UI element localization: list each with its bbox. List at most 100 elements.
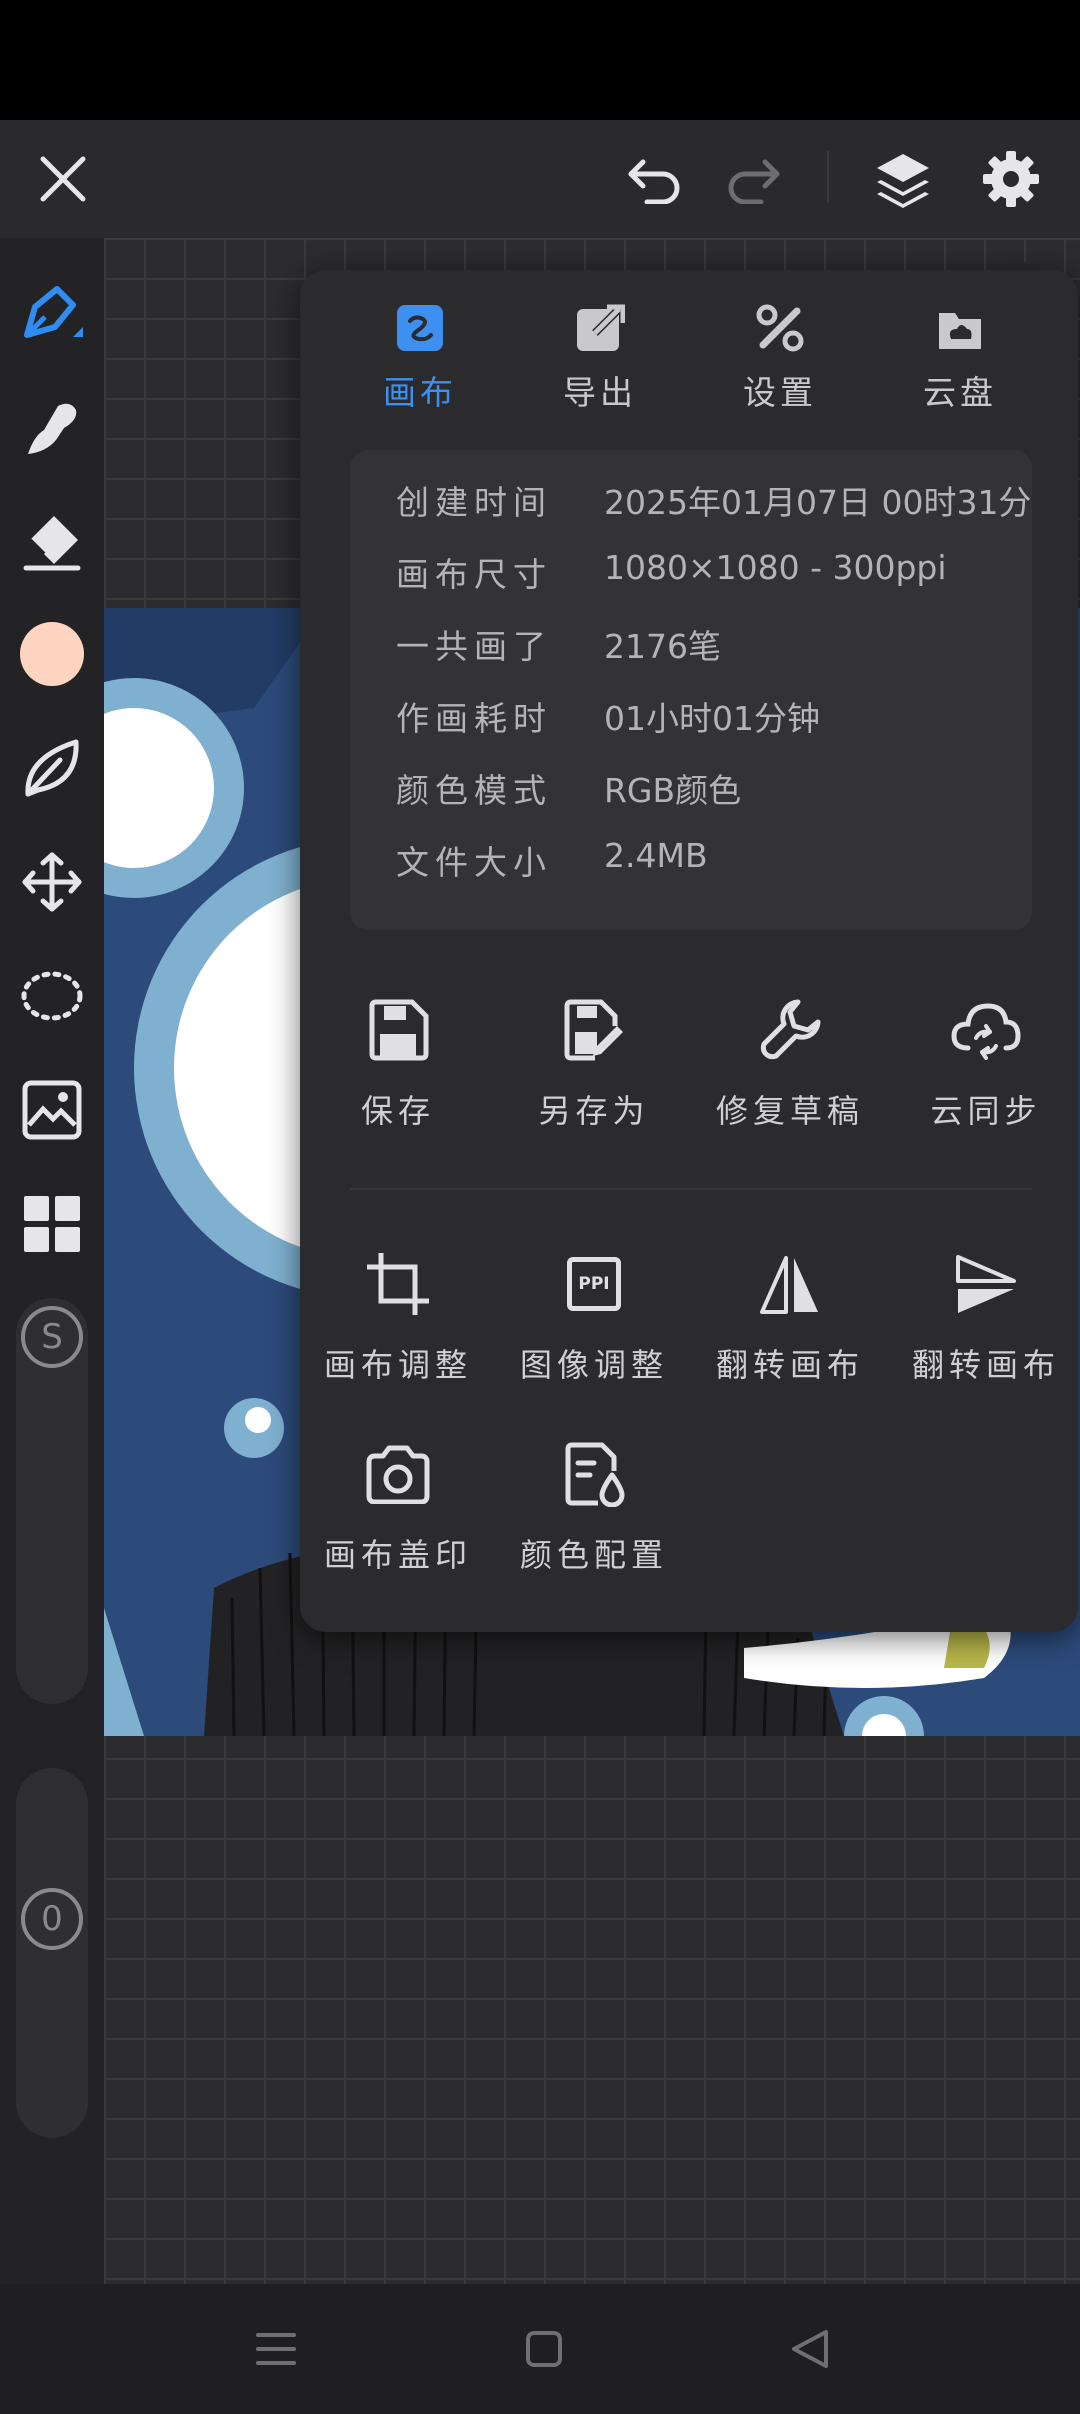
eraser-icon	[23, 516, 81, 571]
export-icon	[572, 300, 628, 356]
info-row: 颜色模式 RGB颜色	[396, 764, 1016, 824]
undo-icon	[628, 159, 680, 204]
move-arrows-icon	[22, 852, 82, 912]
pen-tool-icon	[24, 286, 83, 338]
save-button[interactable]: 保存	[300, 992, 496, 1142]
tab-export[interactable]: 导出	[510, 300, 690, 430]
import-image-tool[interactable]	[0, 1060, 104, 1160]
info-value: 1080×1080 - 300ppi	[604, 548, 947, 587]
ppi-icon: PPI	[556, 1246, 632, 1322]
save-as-label: 另存为	[538, 1092, 650, 1130]
home-button[interactable]	[484, 2304, 604, 2394]
tab-cloud-drive-label: 云盘	[923, 373, 997, 412]
image-adjust-button[interactable]: PPI 图像调整	[496, 1246, 692, 1396]
current-color-swatch	[20, 622, 84, 686]
wrench-icon	[752, 992, 828, 1068]
color-config-button[interactable]: 颜色配置	[496, 1436, 692, 1586]
info-value: 01小时01分钟	[604, 699, 820, 738]
tab-canvas[interactable]: 画布	[330, 300, 510, 430]
lasso-select-icon	[21, 971, 83, 1021]
repair-draft-button[interactable]: 修复草稿	[692, 992, 888, 1142]
layers-icon	[877, 154, 929, 208]
leaf-icon	[25, 739, 79, 797]
canvas-stamp-button[interactable]: 画布盖印	[300, 1436, 496, 1586]
tab-cloud-drive[interactable]: 云盘	[870, 300, 1050, 430]
cloud-drive-icon	[932, 300, 988, 356]
info-row: 创建时间 2025年01月07日 00时31分	[396, 476, 1031, 536]
smudge-icon	[28, 403, 77, 454]
tab-canvas-label: 画布	[383, 373, 457, 412]
crop-icon	[360, 1246, 436, 1322]
color-config-icon	[556, 1436, 632, 1512]
info-row: 一共画了 2176笔	[396, 620, 1016, 680]
canvas-settings-panel: 画布 导出 设置 云盘 创建时间 2025年01月07日 00时31分 画布尺寸…	[300, 270, 1078, 1632]
canvas-adjust-button[interactable]: 画布调整	[300, 1246, 496, 1396]
recents-button[interactable]	[216, 2304, 336, 2394]
system-nav-bar	[0, 2284, 1080, 2414]
cloud-sync-icon	[948, 992, 1024, 1068]
canvas-icon	[392, 300, 448, 356]
top-toolbar	[0, 120, 1080, 238]
info-row: 画布尺寸 1080×1080 - 300ppi	[396, 548, 1016, 608]
settings-tools-icon	[752, 300, 808, 356]
lasso-tool[interactable]	[0, 946, 104, 1046]
image-adjust-label: 图像调整	[519, 1346, 668, 1384]
toolbar-divider	[827, 151, 829, 203]
grid-icon	[24, 1196, 80, 1252]
canvas-stamp-label: 画布盖印	[323, 1536, 472, 1574]
save-icon	[360, 992, 436, 1068]
info-label: 创建时间	[396, 483, 552, 522]
flip-horizontal-icon	[752, 1246, 828, 1322]
cloud-sync-button[interactable]: 云同步	[888, 992, 1080, 1142]
info-label: 文件大小	[396, 843, 552, 882]
color-config-label: 颜色配置	[519, 1536, 668, 1574]
brush-size-slider[interactable]: S	[16, 1298, 88, 1704]
flip-horizontal-label: 翻转画布	[715, 1346, 864, 1384]
smudge-tool[interactable]	[0, 378, 104, 478]
opacity-slider[interactable]: 0	[16, 1768, 88, 2138]
brush-size-knob[interactable]: S	[21, 1306, 83, 1368]
brush-size-glyph: S	[41, 1317, 63, 1357]
ppi-glyph: PPI	[567, 1257, 621, 1311]
camera-icon	[360, 1436, 436, 1512]
tab-export-label: 导出	[563, 373, 637, 412]
move-tool[interactable]	[0, 832, 104, 932]
pen-tool[interactable]	[0, 264, 104, 364]
info-value: 2.4MB	[604, 836, 708, 875]
save-as-icon	[556, 992, 632, 1068]
info-row: 作画耗时 01小时01分钟	[396, 692, 1016, 752]
flip-vertical-icon	[948, 1246, 1024, 1322]
canvas-adjust-label: 画布调整	[323, 1346, 472, 1384]
status-bar	[0, 0, 1080, 120]
settings-button[interactable]	[956, 120, 1066, 238]
flip-vertical-button[interactable]: 翻转画布	[888, 1246, 1080, 1396]
close-icon	[40, 156, 86, 202]
canvas-info-box: 创建时间 2025年01月07日 00时31分 画布尺寸 1080×1080 -…	[350, 450, 1032, 930]
eraser-tool[interactable]	[0, 492, 104, 592]
back-button[interactable]	[750, 2304, 870, 2394]
flip-vertical-label: 翻转画布	[911, 1346, 1060, 1384]
redo-button[interactable]	[698, 120, 808, 238]
gear-icon	[983, 151, 1039, 207]
grid-tool[interactable]	[0, 1174, 104, 1274]
info-value: 2176笔	[604, 627, 721, 666]
close-button[interactable]	[8, 120, 118, 238]
color-picker-button[interactable]	[0, 604, 104, 704]
save-as-button[interactable]: 另存为	[496, 992, 692, 1142]
info-value: RGB颜色	[604, 771, 742, 810]
tab-settings[interactable]: 设置	[690, 300, 870, 430]
opacity-knob[interactable]: 0	[21, 1888, 83, 1950]
home-square-icon	[526, 2331, 562, 2367]
cloud-sync-label: 云同步	[930, 1092, 1042, 1130]
info-label: 一共画了	[396, 627, 552, 666]
redo-icon	[728, 159, 780, 204]
back-triangle-icon	[792, 2330, 828, 2368]
menu-lines-icon	[256, 2333, 296, 2365]
layers-button[interactable]	[848, 120, 958, 238]
image-import-icon	[22, 1080, 82, 1140]
flip-horizontal-button[interactable]: 翻转画布	[692, 1246, 888, 1396]
undo-button[interactable]	[600, 120, 710, 238]
shape-tool[interactable]	[0, 718, 104, 818]
tab-settings-label: 设置	[743, 373, 817, 412]
info-value: 2025年01月07日 00时31分	[604, 483, 1032, 522]
